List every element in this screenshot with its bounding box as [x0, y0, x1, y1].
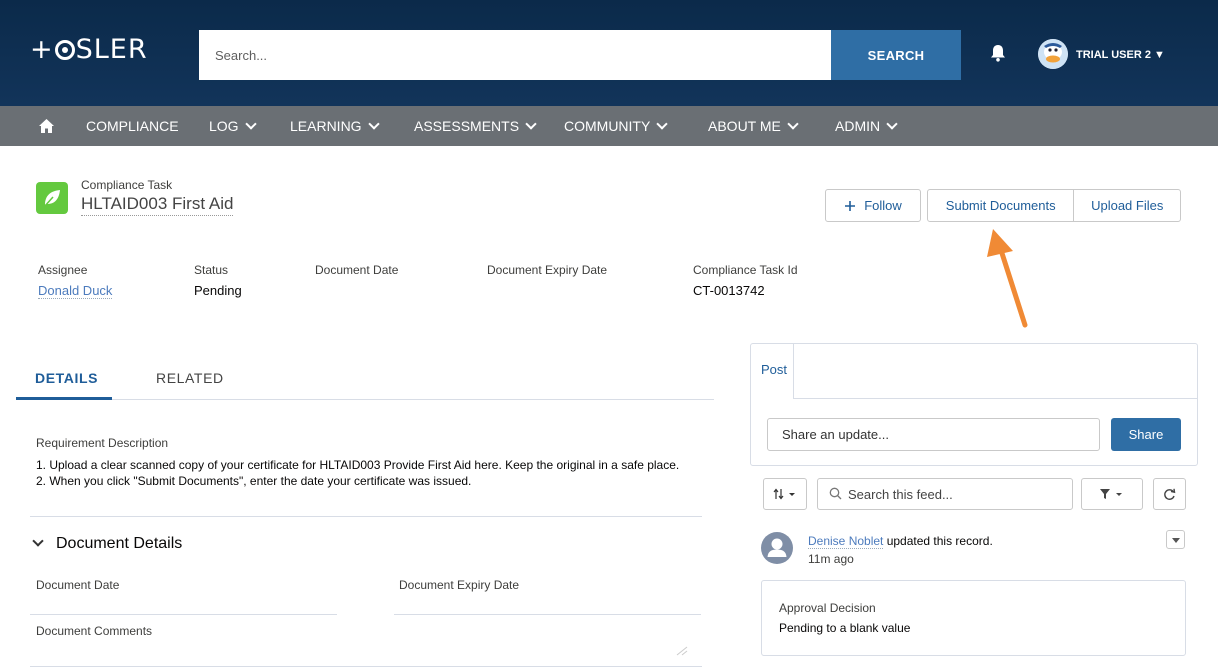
change-field-value: Pending to a blank value	[779, 621, 911, 635]
record-actions: Submit Documents Upload Files	[927, 189, 1181, 222]
assignee-link[interactable]: Donald Duck	[38, 283, 113, 299]
chevron-down-icon	[525, 118, 537, 130]
actor-link[interactable]: Denise Noblet	[808, 534, 884, 549]
chevron-down-icon	[244, 118, 257, 130]
search-button[interactable]: SEARCH	[831, 30, 961, 80]
assignee-label: Assignee	[38, 263, 88, 277]
status-label: Status	[194, 263, 229, 277]
document-expiry-label: Document Expiry Date	[487, 263, 608, 277]
filter-button[interactable]	[1081, 478, 1143, 510]
tab-related[interactable]: RELATED	[156, 370, 224, 386]
active-tab-indicator	[16, 397, 112, 400]
tracked-change-card	[761, 580, 1186, 656]
document-date-field[interactable]	[30, 614, 337, 615]
post-tab-label[interactable]: Post	[761, 362, 787, 377]
document-comments-label: Document Comments	[36, 624, 153, 638]
feed-timestamp[interactable]: 11m ago	[808, 552, 854, 566]
submit-documents-button[interactable]: Submit Documents	[928, 190, 1075, 221]
upload-files-button[interactable]: Upload Files	[1074, 190, 1180, 221]
document-expiry-field-label: Document Expiry Date	[399, 578, 520, 592]
nav-learning[interactable]: LEARNING	[290, 118, 380, 134]
requirement-line: 2. When you click "Submit Documents", en…	[36, 474, 472, 488]
status-value: Pending	[194, 283, 242, 298]
record-tabs: DETAILS RELATED	[16, 360, 714, 400]
sort-button[interactable]	[763, 478, 807, 510]
leaf-icon	[36, 182, 68, 214]
share-update-input[interactable]	[767, 418, 1100, 451]
top-header: +SLER SEARCH TRIAL USER 2 ▼	[0, 0, 1218, 106]
main-nav: COMPLIANCE LOG LEARNING ASSESSMENTS COMM…	[0, 106, 1218, 146]
follow-button[interactable]: Follow	[825, 189, 921, 222]
annotation-arrow-icon	[987, 229, 1028, 328]
task-id-label: Compliance Task Id	[693, 263, 798, 277]
osler-logo[interactable]: + SLER	[30, 34, 148, 65]
tab-details[interactable]: DETAILS	[35, 370, 98, 386]
chevron-down-icon	[656, 118, 668, 130]
nav-compliance[interactable]: COMPLIANCE	[86, 118, 179, 134]
document-details-section-toggle[interactable]: Document Details	[30, 535, 182, 553]
feed-search-input[interactable]	[817, 478, 1073, 510]
user-icon	[767, 538, 787, 557]
divider	[794, 398, 1198, 399]
refresh-button[interactable]	[1153, 478, 1186, 510]
nav-log[interactable]: LOG	[209, 118, 257, 134]
nav-community[interactable]: COMMUNITY	[564, 118, 668, 134]
search-icon	[829, 487, 842, 500]
section-title: Document Details	[56, 535, 183, 552]
user-avatar[interactable]	[1038, 39, 1068, 69]
requirement-label: Requirement Description	[36, 436, 169, 450]
document-date-field-label: Document Date	[36, 578, 120, 592]
divider	[30, 516, 702, 517]
share-button[interactable]: Share	[1111, 418, 1181, 451]
chevron-down-icon	[886, 118, 898, 130]
feed-item-menu-button[interactable]	[1166, 530, 1185, 549]
document-date-label: Document Date	[315, 263, 399, 277]
refresh-icon	[1164, 488, 1176, 500]
record-type-label: Compliance Task	[81, 178, 173, 192]
user-avatar[interactable]	[761, 532, 793, 564]
record-title: HLTAID003 First Aid	[81, 194, 234, 216]
chevron-down-icon	[367, 118, 380, 130]
bell-icon[interactable]	[990, 44, 1006, 62]
sort-icon	[773, 488, 795, 500]
requirement-description: 1. Upload a clear scanned copy of your c…	[36, 457, 696, 489]
global-search-input[interactable]	[199, 30, 831, 80]
document-comments-field[interactable]	[30, 666, 702, 667]
change-field-label: Approval Decision	[779, 601, 876, 615]
user-menu[interactable]: TRIAL USER 2 ▼	[1076, 49, 1165, 61]
nav-assessments[interactable]: ASSESSMENTS	[414, 118, 537, 134]
home-icon[interactable]	[38, 118, 55, 134]
filter-icon	[1100, 489, 1122, 499]
requirement-line: 1. Upload a clear scanned copy of your c…	[36, 458, 680, 472]
resize-grip-icon[interactable]	[675, 646, 689, 656]
chevron-down-icon	[787, 118, 799, 130]
feed-action-text: updated this record.	[883, 534, 993, 548]
nav-admin[interactable]: ADMIN	[835, 118, 898, 134]
nav-about-me[interactable]: ABOUT ME	[708, 118, 799, 134]
chevron-down-icon	[32, 535, 44, 547]
task-id-value: CT-0013742	[693, 283, 765, 298]
feed-item-header: Denise Noblet updated this record.	[808, 534, 993, 549]
document-expiry-field[interactable]	[394, 614, 701, 615]
follow-label: Follow	[864, 198, 902, 213]
plus-icon	[845, 200, 856, 211]
